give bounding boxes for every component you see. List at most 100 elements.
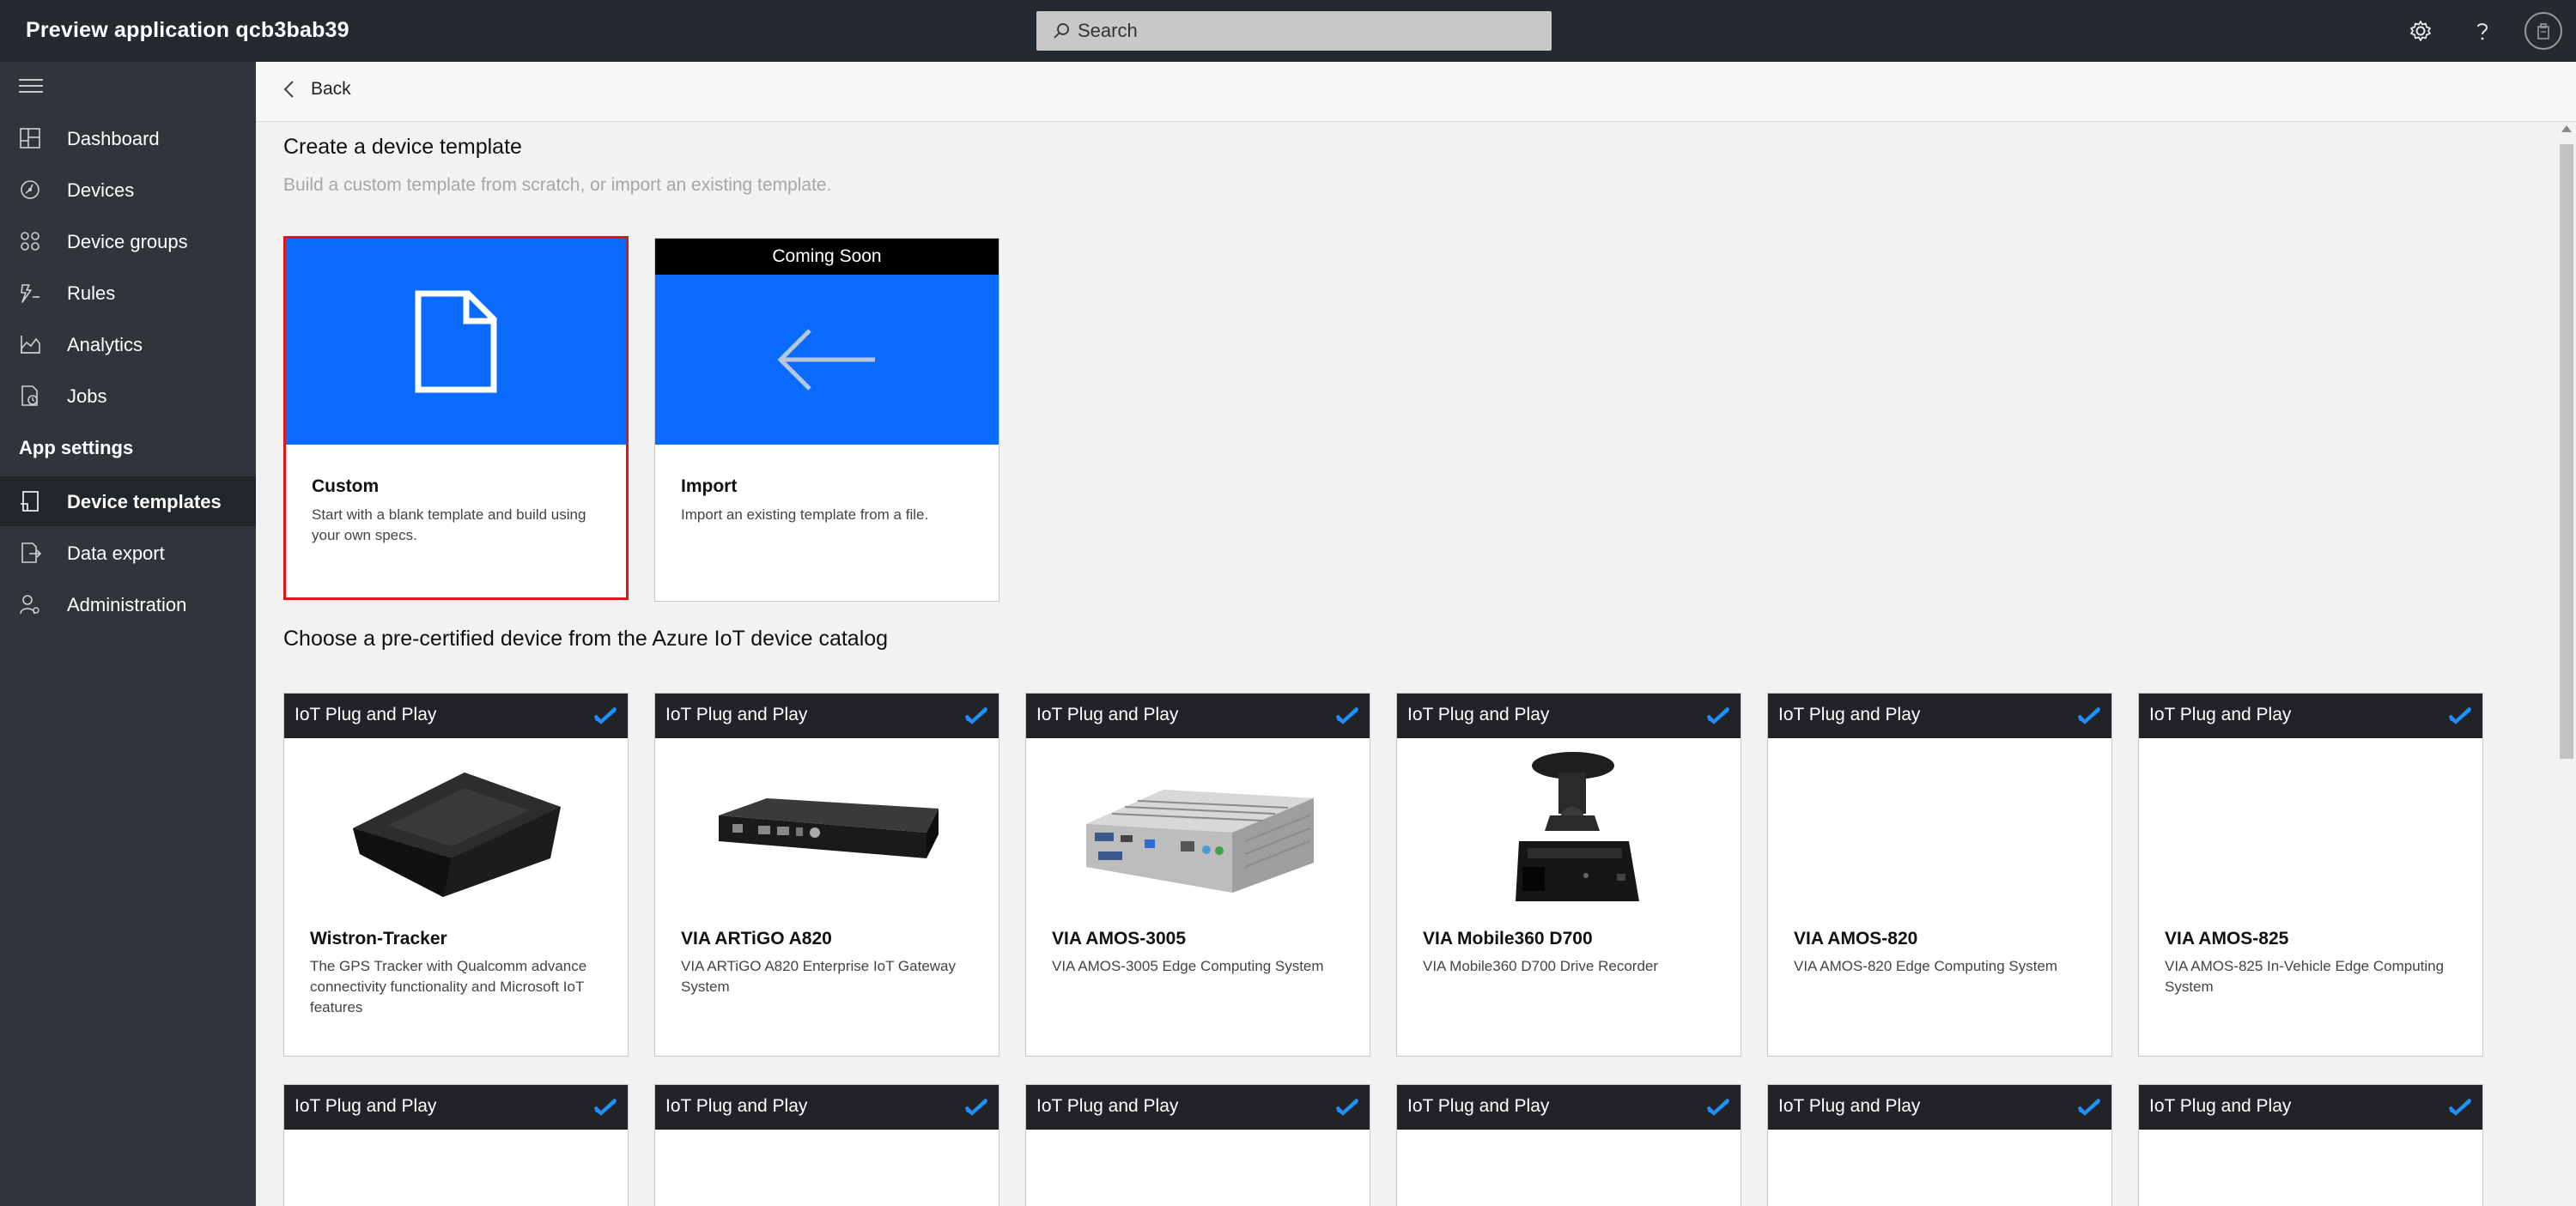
certified-check-icon	[964, 1098, 988, 1116]
back-button[interactable]: Back	[282, 79, 351, 100]
sidebar-section-app-settings: App settings	[19, 437, 134, 458]
device-card[interactable]: IoT Plug and Play VIA AMOS-3005 VIA AMOS…	[1025, 693, 1370, 1057]
device-card[interactable]: IoT Plug and Play	[1767, 1084, 2112, 1206]
device-image	[1516, 752, 1639, 901]
certified-check-icon	[2077, 1098, 2101, 1116]
scrollbar-thumb[interactable]	[2560, 144, 2573, 759]
template-title: Custom	[312, 476, 380, 496]
sidebar-item-label: Jobs	[67, 385, 107, 407]
iot-plug-and-play-label: IoT Plug and Play	[1036, 705, 1179, 724]
page-subtitle: Build a custom template from scratch, or…	[283, 175, 832, 195]
template-card-import[interactable]: Coming Soon Import Import an existing te…	[654, 238, 999, 602]
sidebar: Dashboard Devices Device groups Rules An…	[0, 62, 256, 1206]
device-description: VIA ARTiGO A820 Enterprise IoT Gateway S…	[681, 958, 957, 995]
device-name: VIA AMOS-820	[1794, 929, 1918, 948]
back-label: Back	[311, 79, 351, 99]
device-name: VIA ARTiGO A820	[681, 929, 832, 948]
search-box[interactable]	[1036, 11, 1552, 51]
sidebar-item-analytics[interactable]: Analytics	[0, 319, 256, 369]
template-title: Import	[681, 476, 738, 496]
sidebar-item-label: Device templates	[67, 491, 222, 512]
device-card-header: IoT Plug and Play	[1768, 1085, 2111, 1130]
device-description: The GPS Tracker with Qualcomm advance co…	[310, 958, 587, 1015]
search-input[interactable]	[1078, 20, 1524, 42]
analytics-icon	[19, 333, 41, 355]
sidebar-item-administration[interactable]: Administration	[0, 579, 256, 629]
catalog-section-title: Choose a pre-certified device from the A…	[283, 627, 889, 651]
device-card-header: IoT Plug and Play	[284, 1085, 628, 1130]
certified-check-icon	[593, 1098, 617, 1116]
template-card-custom[interactable]: Custom Start with a blank template and b…	[283, 236, 629, 600]
dashboard-icon	[19, 127, 41, 149]
iot-plug-and-play-label: IoT Plug and Play	[1036, 1096, 1179, 1116]
iot-plug-and-play-label: IoT Plug and Play	[2149, 1096, 2292, 1116]
device-card[interactable]: IoT Plug and Play VIA AMOS-820 VIA AMOS-…	[1767, 693, 2112, 1057]
certified-check-icon	[2077, 706, 2101, 724]
data-export-icon	[19, 542, 42, 564]
hamburger-menu-icon[interactable]	[19, 79, 43, 100]
device-card-header: IoT Plug and Play	[1397, 1085, 1741, 1130]
device-name: VIA AMOS-825	[2165, 929, 2289, 948]
device-card-header: IoT Plug and Play	[2139, 694, 2482, 738]
sidebar-item-data-export[interactable]: Data export	[0, 528, 256, 578]
device-card[interactable]: IoT Plug and Play VIA ARTiGO A820 VIA AR…	[654, 693, 999, 1057]
certified-check-icon	[2448, 706, 2472, 724]
template-description: Import an existing template from a file.	[681, 506, 929, 523]
iot-plug-and-play-label: IoT Plug and Play	[1407, 705, 1550, 724]
certified-check-icon	[593, 706, 617, 724]
help-icon	[2477, 23, 2488, 40]
iot-plug-and-play-label: IoT Plug and Play	[1407, 1096, 1550, 1116]
device-image	[719, 798, 939, 858]
sidebar-item-jobs[interactable]: Jobs	[0, 371, 256, 421]
device-card[interactable]: IoT Plug and Play VIA Mobile360 D700 VIA…	[1396, 693, 1741, 1057]
device-card[interactable]: IoT Plug and Play Wistron-Tracker The GP…	[283, 693, 629, 1057]
iot-plug-and-play-label: IoT Plug and Play	[665, 1096, 808, 1116]
iot-plug-and-play-label: IoT Plug and Play	[665, 705, 808, 724]
administration-icon	[19, 593, 41, 615]
arrow-left-icon	[777, 329, 875, 391]
device-name: VIA Mobile360 D700	[1423, 929, 1593, 948]
settings-button[interactable]	[2403, 14, 2438, 48]
device-card-header: IoT Plug and Play	[655, 1085, 999, 1130]
scroll-up-arrow-icon[interactable]	[2561, 125, 2572, 132]
iot-plug-and-play-label: IoT Plug and Play	[2149, 705, 2292, 724]
help-button[interactable]	[2465, 14, 2500, 48]
coming-soon-badge: Coming Soon	[655, 239, 999, 275]
sidebar-item-label: Administration	[67, 594, 187, 615]
device-card-header: IoT Plug and Play	[2139, 1085, 2482, 1130]
device-card-header: IoT Plug and Play	[1768, 694, 2111, 738]
device-card-header: IoT Plug and Play	[1026, 1085, 1370, 1130]
app-title: Preview application qcb3bab39	[26, 18, 349, 42]
sidebar-item-device-groups[interactable]: Device groups	[0, 216, 256, 266]
gear-icon	[2410, 21, 2431, 41]
sidebar-item-rules[interactable]: Rules	[0, 268, 256, 318]
chevron-left-icon	[283, 81, 294, 98]
certified-check-icon	[2448, 1098, 2472, 1116]
device-card[interactable]: IoT Plug and Play	[283, 1084, 629, 1206]
rules-icon	[19, 282, 41, 304]
device-card[interactable]: IoT Plug and Play VIA AMOS-825 VIA AMOS-…	[2138, 693, 2483, 1057]
user-avatar-icon	[2537, 23, 2549, 39]
sidebar-item-dashboard[interactable]: Dashboard	[0, 113, 256, 163]
certified-check-icon	[1335, 706, 1359, 724]
template-description: Start with a blank template and build us…	[312, 506, 586, 543]
account-button[interactable]	[2524, 12, 2562, 50]
device-image	[1086, 790, 1314, 893]
page-title: Create a device template	[283, 135, 522, 159]
device-card[interactable]: IoT Plug and Play	[1396, 1084, 1741, 1206]
device-templates-icon	[19, 490, 41, 512]
device-name: VIA AMOS-3005	[1052, 929, 1186, 948]
device-description: VIA Mobile360 D700 Drive Recorder	[1423, 958, 1659, 974]
certified-check-icon	[1706, 1098, 1730, 1116]
sidebar-item-device-templates[interactable]: Device templates	[0, 476, 256, 526]
iot-plug-and-play-label: IoT Plug and Play	[295, 1096, 437, 1116]
device-card[interactable]: IoT Plug and Play	[654, 1084, 999, 1206]
device-description: VIA AMOS-825 In-Vehicle Edge Computing S…	[2165, 958, 2445, 995]
vertical-scrollbar[interactable]	[2557, 122, 2576, 1206]
device-card[interactable]: IoT Plug and Play	[1025, 1084, 1370, 1206]
device-description: VIA AMOS-820 Edge Computing System	[1794, 958, 2058, 974]
device-name: Wistron-Tracker	[310, 929, 447, 948]
sidebar-item-devices[interactable]: Devices	[0, 165, 256, 215]
sidebar-item-label: Devices	[67, 179, 135, 201]
device-card[interactable]: IoT Plug and Play	[2138, 1084, 2483, 1206]
